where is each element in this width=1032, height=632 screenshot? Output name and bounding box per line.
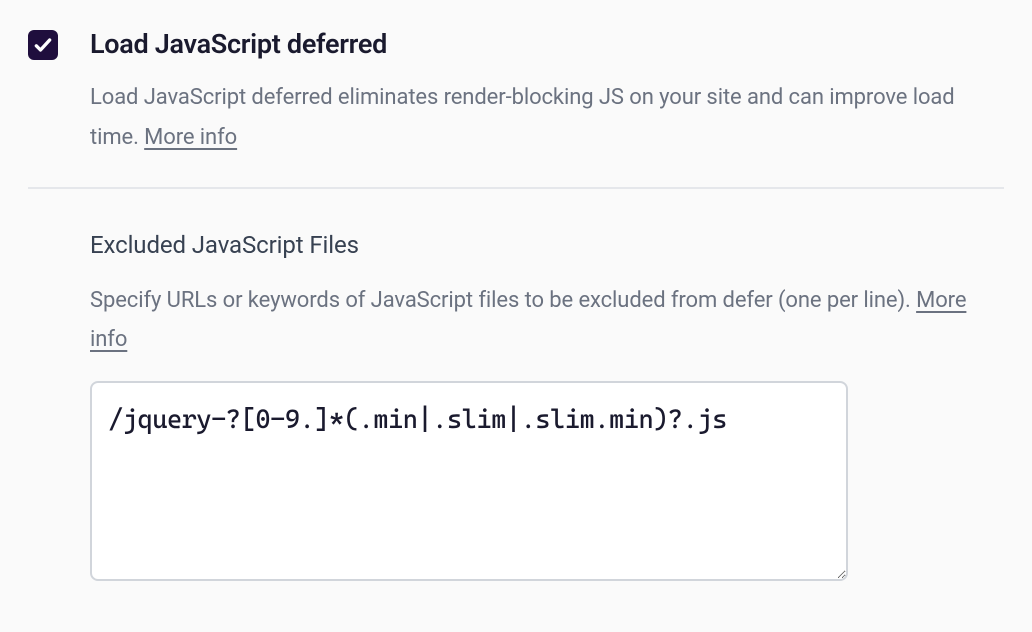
defer-more-info-link[interactable]: More info <box>144 125 237 150</box>
defer-js-section: Load JavaScript deferred Load JavaScript… <box>0 0 1032 157</box>
check-icon <box>33 35 53 55</box>
setting-content: Load JavaScript deferred Load JavaScript… <box>90 28 1004 157</box>
defer-js-description: Load JavaScript deferred eliminates rend… <box>90 78 1004 156</box>
excluded-js-textarea[interactable] <box>90 381 848 581</box>
defer-js-checkbox[interactable] <box>28 30 58 60</box>
setting-row: Load JavaScript deferred Load JavaScript… <box>28 28 1004 157</box>
excluded-js-description: Specify URLs or keywords of JavaScript f… <box>90 281 1004 359</box>
excluded-js-title: Excluded JavaScript Files <box>90 231 1004 259</box>
excluded-js-section: Excluded JavaScript Files Specify URLs o… <box>0 189 1032 585</box>
defer-js-title: Load JavaScript deferred <box>90 28 1004 60</box>
